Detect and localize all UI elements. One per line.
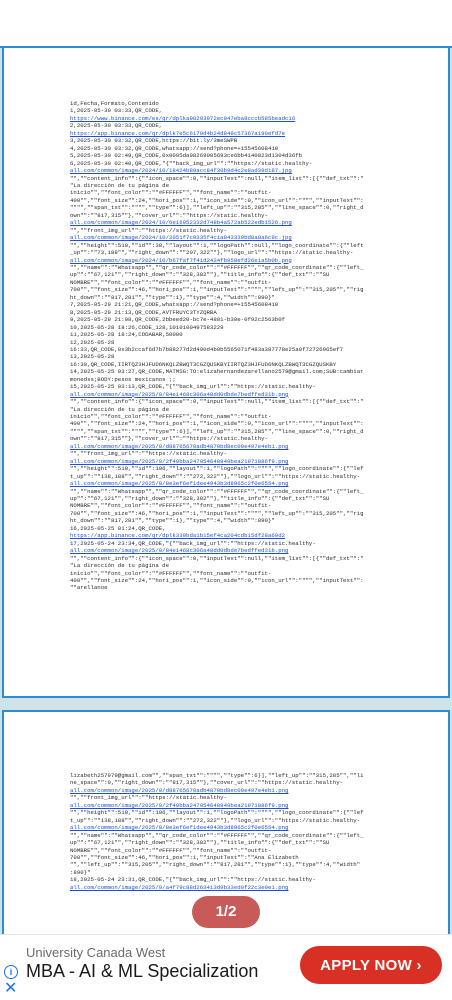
close-icon[interactable]: ✕ <box>4 981 17 997</box>
ad-title[interactable]: MBA - AI & ML Specialization <box>26 961 258 982</box>
document-link[interactable]: https://app.binance.com/qr/dplk7e5c6170d… <box>70 130 382 137</box>
document-line: 7,2025-05-29 21:21,QR_CODE,whatsapp://se… <box>70 301 279 309</box>
document-line: :890}" <box>70 868 91 876</box>
document-link[interactable]: all.com/common/image/2025/0/2f40bba24795… <box>70 802 382 809</box>
document-line: 400"",""font_size"":24,""hori_pos"":1,""… <box>70 196 364 204</box>
document-line: """",""span_txt"":"""",""type"":6}],""le… <box>70 204 364 212</box>
document-line: up"":""67,121"",""right_down"":""328,382… <box>70 839 330 847</box>
document-line: own"":""817,315""},""cover_url"":""https… <box>70 211 268 219</box>
document-line: "",""height"":510,""id"":38,""layout"":1… <box>70 241 364 249</box>
document-line: NOMBRE"",""font_color"":""#FFFFFF"",""fo… <box>70 846 272 854</box>
document-line: 9,2025-05-29 21:08,QR_CODE,2bbeed20-bc7e… <box>70 316 286 324</box>
document-line: 15,2025-05-25 03:13,QR_CODE,"{""back_img… <box>70 383 316 391</box>
document-line: 400"",""font_size"":24,""hori_pos"":1,""… <box>70 420 364 428</box>
document-line: t_up"":""138,188"",""right_down"":""272,… <box>70 816 361 824</box>
document-link[interactable]: all.com/common/image/2025/0/8e3ef6ef1dee… <box>70 824 382 831</box>
document-link[interactable]: all.com/common/image/2024/10/6e16952332d… <box>70 219 382 226</box>
document-line: "La dirección de tu página de <box>70 562 169 570</box>
document-line: 8,2025-05-29 21:13,QR_CODE,AVTFRUYC3TYZQ… <box>70 308 217 316</box>
previous-page-edge <box>0 28 452 48</box>
document-line: inicio"",""font_color"":""#FFFFFF"",""fo… <box>70 569 272 577</box>
document-line: NOMBRE"",""font_color"":""#FFFFFF"",""fo… <box>70 502 272 510</box>
document-link[interactable]: all.com/common/image/2025/0/84e1468c306a… <box>70 391 382 398</box>
document-line: 16:30,QR_CODE,IIRTQZ3HJFUD6NKQLZBWQT3CGZ… <box>70 360 337 368</box>
document-line: monedss;BODY:pesos mexicanos ;; <box>70 375 176 383</box>
document-line: ne_space"":0,""right_down"":""817,315""}… <box>70 779 344 787</box>
document-line: "La dirección de tu página de <box>70 181 169 189</box>
document-line: 13,2025-05-28 <box>70 353 115 361</box>
document-line: ht_down"":""817,281"",""type"":1},""type… <box>70 517 275 525</box>
document-link[interactable]: https://www.binance.com/es/qr/dplka98293… <box>70 115 382 122</box>
document-line: 12,2025-05-28 <box>70 338 115 346</box>
document-line: 10,2025-05-28 18:26,CODE_128,10101004975… <box>70 323 224 331</box>
document-line: 17,2025-05-24 23:34,QR_CODE,"{""back_img… <box>70 539 316 547</box>
ad-banner[interactable]: University Canada West MBA - AI & ML Spe… <box>0 934 452 1000</box>
document-line: up"":""67,121"",""right_down"":""328,382… <box>70 271 330 279</box>
document-line: own"":""817,315""},""cover_url"":""https… <box>70 435 268 443</box>
document-line: NOMBRE"",""font_color"":""#FFFFFF"",""fo… <box>70 278 272 286</box>
document-line: """",""span_txt"":"""",""type"":6}],""le… <box>70 427 364 435</box>
document-line: "",""name"":""Whatsapp"",""qr_code_color… <box>70 487 364 495</box>
info-icon[interactable]: i <box>4 965 18 979</box>
document-line: 1,2025-05-30 03:33,QR_CODE, <box>70 107 163 115</box>
document-line: ht_down"":""817,281"",""type"":1},""type… <box>70 293 275 301</box>
apply-now-button[interactable]: APPLY NOW › <box>300 946 442 984</box>
document-link[interactable]: all.com/common/image/2025/0/84e1468c306a… <box>70 547 382 554</box>
document-link[interactable]: all.com/common/image/2024/10/18424b89acc… <box>70 167 382 174</box>
document-link[interactable]: all.com/common/image/2025/0/2f40bba24795… <box>70 458 382 465</box>
document-line: _up"":""73,188"",""right_down"":""207,32… <box>70 249 354 257</box>
document-line: "",""front_img_url"":""https://static.he… <box>70 794 228 802</box>
document-line: inicio"",""font_color"":""#FFFFFF"",""fo… <box>70 413 272 421</box>
document-line: ""arellanoe <box>70 584 108 592</box>
document-link[interactable]: all.com/common/image/2025/0/a4f79c88d263… <box>70 884 382 891</box>
document-line: 700"",""font_size"":46,""hori_pos"":1,""… <box>70 286 364 294</box>
document-link[interactable]: all.com/common/image/2024/10/b67faf7f41d… <box>70 257 382 264</box>
document-line: 2,2025-05-30 03:33,QR_CODE, <box>70 122 163 130</box>
document-line: 400"",""font_size"":24,""hori_pos"":1,""… <box>70 577 364 584</box>
document-link[interactable]: all.com/common/image/2024/10/2051f7c9335… <box>70 234 382 241</box>
page-2-text: lizabeth257979@gmail.com"",""span_txt"":… <box>70 772 382 891</box>
page-gap <box>0 698 452 710</box>
document-link[interactable]: all.com/common/image/2025/0/8e3ef6ef1dee… <box>70 480 382 487</box>
document-line: "",""height"":510,""id"":106,""layout"":… <box>70 809 364 817</box>
document-link[interactable]: https://app.binance.com/qr/dplk330bda1b1… <box>70 532 382 539</box>
document-page-1[interactable]: id,Fecha,Formato,Contenido 1,2025-05-30 0… <box>2 48 450 698</box>
document-line: 16,2025-05-25 01:24,QR_CODE, <box>70 524 166 532</box>
ad-brand: University Canada West <box>26 945 166 960</box>
document-line: "",""name"":""Whatsapp"",""qr_code_color… <box>70 831 364 839</box>
document-line: "",""name"":""Whatsapp"",""qr_code_color… <box>70 263 364 271</box>
document-line: "",""content_info"":{""icon_space"":0,""… <box>70 174 364 182</box>
document-line: "",""content_info"":{""icon_space"":0,""… <box>70 398 364 406</box>
document-line: lizabeth257979@gmail.com"",""span_txt"":… <box>70 772 364 779</box>
document-line: "",""content_info"":{""icon_space"":0,""… <box>70 554 364 562</box>
document-line: 3,2025-05-30 03:32,QR_CODE,https://bit.l… <box>70 137 238 145</box>
page-indicator: 1/2 <box>192 896 260 928</box>
document-line: 11,2025-05-28 18:24,CODABAR,50000 <box>70 331 183 339</box>
document-line: 16:33,QR_CODE,0x3b2ccaf6d7b7b88277d2d490… <box>70 345 344 353</box>
document-line: 6,2025-05-30 02:40,QR_CODE,"{""back_img_… <box>70 159 313 167</box>
document-line: 14,2025-05-25 03:27,QR_CODE,MATMSG:TO:el… <box>70 368 364 376</box>
page-1-text: id,Fecha,Formato,Contenido 1,2025-05-30 0… <box>70 100 382 592</box>
document-link[interactable]: all.com/common/image/2025/0/d88765670adb… <box>70 787 382 794</box>
document-line: 700"",""font_size"":46,""hori_pos"":1,""… <box>70 509 364 517</box>
document-line: "",""front_img_url"":""https://static.he… <box>70 450 228 458</box>
document-line: "",""front_img_url"":""https://static.he… <box>70 226 228 234</box>
document-line: "La dirección de tu página de <box>70 405 169 413</box>
document-line: 18,2025-05-24 23:31,QR_CODE,"{""back_img… <box>70 876 316 884</box>
document-line: inicio"",""font_color"":""#FFFFFF"",""fo… <box>70 189 272 197</box>
document-line: id,Fecha,Formato,Contenido <box>70 100 159 107</box>
document-line: 5,2025-05-30 02:49,QR_CODE,0x0095da98269… <box>70 152 303 160</box>
document-line: "",""height"":510,""id"":106,""layout"":… <box>70 465 364 473</box>
status-bar <box>0 0 452 28</box>
document-link[interactable]: all.com/common/image/2025/0/d88765670adb… <box>70 443 382 450</box>
document-line: 4,2025-05-30 03:32,QR_CODE,whatsapp://se… <box>70 144 279 152</box>
document-line: 700"",""font_size"":46,""hori_pos"":1,""… <box>70 853 299 861</box>
document-line: up"":""67,121"",""right_down"":""328,382… <box>70 495 330 503</box>
document-line: "",""left_up"":""315,205"",""right_down"… <box>70 861 361 869</box>
document-line: t_up"":""138,188"",""right_down"":""272,… <box>70 472 361 480</box>
